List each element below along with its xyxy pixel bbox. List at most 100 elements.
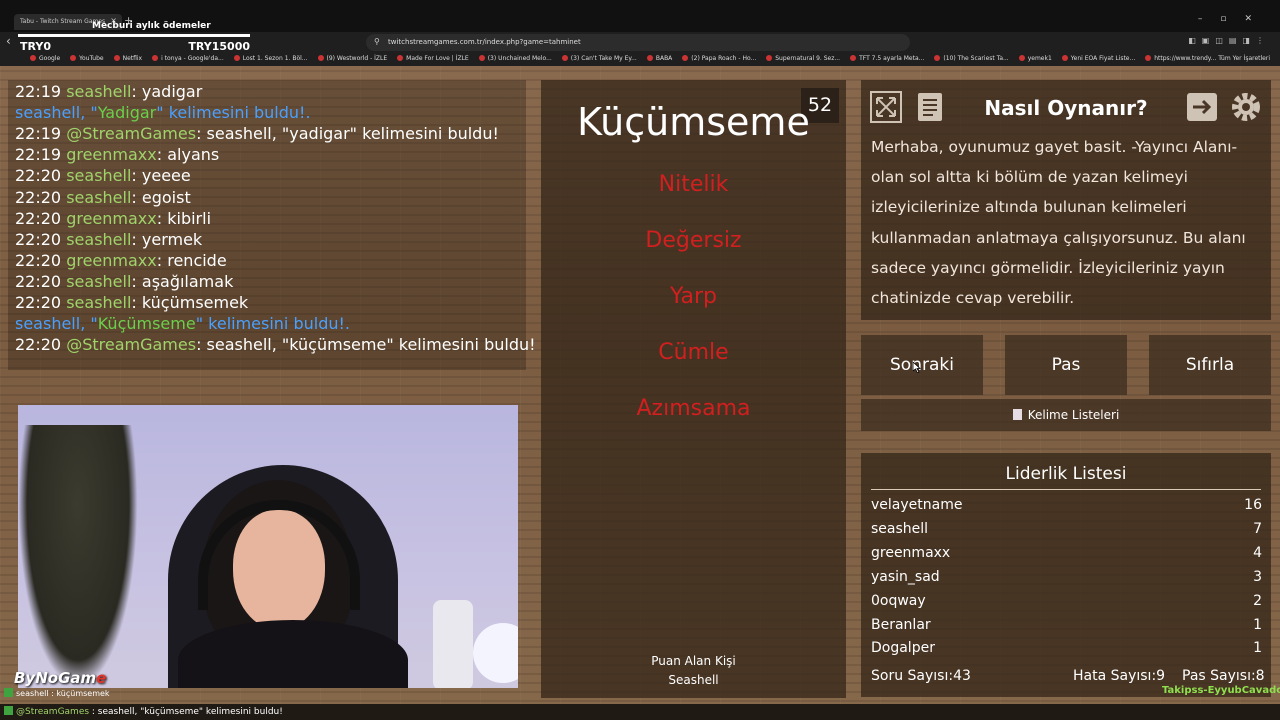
favicon-icon <box>1061 55 1068 61</box>
badge-icon <box>4 706 13 715</box>
chat-time: 22:19 <box>15 145 62 165</box>
bookmark-item[interactable]: (3) Can't Take My Ey... <box>561 52 637 66</box>
chat-ticker: seashell : küçümsemek <box>4 688 110 698</box>
favicon-icon <box>30 55 36 61</box>
taboo-word: Cümle <box>658 340 729 365</box>
chat-username: @StreamGames <box>66 335 197 355</box>
chat-time: 22:20 <box>15 271 62 291</box>
url-text: twitchstreamgames.com.tr/index.php?game=… <box>388 38 581 46</box>
leaderboard-player: 0oqway <box>871 592 926 609</box>
taboo-word: Değersiz <box>645 228 742 253</box>
chat-text: : kibirli <box>156 208 212 228</box>
error-count: Hata Sayısı:9 <box>1073 668 1166 684</box>
found-word: Küçümseme <box>97 314 196 334</box>
bookmark-item[interactable]: (10) The Scariest Ta... <box>934 52 1009 66</box>
bookmark-item[interactable]: https://www.trendy... <box>1145 52 1216 66</box>
chat-username: seashell <box>66 187 132 207</box>
bookmark-item[interactable]: Google <box>30 52 60 66</box>
bookmark-item[interactable]: i tonya - Google'da... <box>152 52 224 66</box>
webcam-feed <box>18 405 518 688</box>
question-count: Soru Sayısı:43 <box>871 668 971 684</box>
chat-message: 22:20 seashell: yermek <box>15 230 202 249</box>
fullscreen-icon[interactable] <box>869 90 903 124</box>
word-lists-button[interactable]: Kelime Listeleri <box>861 399 1271 431</box>
chat-message: 22:19 @StreamGames: seashell, "yadigar" … <box>15 124 499 143</box>
favicon-icon <box>113 55 120 61</box>
favicon-icon <box>934 55 941 61</box>
favicon-icon <box>317 55 324 61</box>
bookmark-item[interactable]: yemek1 <box>1018 52 1052 66</box>
bookmark-label: Lost 1. Sezon 1. Böl... <box>242 55 308 62</box>
settings-icon[interactable] <box>1229 90 1263 124</box>
bookmark-label: (9) Westworld - İZLE <box>326 55 388 62</box>
bookmark-item[interactable]: Netflix <box>113 52 142 66</box>
favicon-icon <box>397 55 404 61</box>
donation-goal-bar: TRY0 TRY15000 <box>18 32 250 53</box>
chat-ticker-bottom: @StreamGames : seashell, "küçümseme" kel… <box>0 704 1280 720</box>
chat-notice: seashell, "Yadigar" kelimesini buldu!. <box>15 103 311 122</box>
bookmark-item[interactable]: (9) Westworld - İZLE <box>317 52 388 66</box>
leaderboard-player: velayetname <box>871 497 963 513</box>
list-icon <box>1012 409 1022 420</box>
leaderboard-title: Liderlik Listesi <box>1005 464 1127 484</box>
favicon-icon <box>1018 55 1025 61</box>
reset-button[interactable]: Sıfırla <box>1149 335 1271 395</box>
bookmark-label: Yeni EOA Fiyat Liste... <box>1070 55 1136 62</box>
favicon-icon <box>152 55 159 61</box>
bookmark-item[interactable]: Lost 1. Sezon 1. Böl... <box>233 52 308 66</box>
chat-message: 22:20 greenmaxx: rencide <box>15 251 227 270</box>
leaderboard-player: Beranlar <box>871 616 931 633</box>
chat-username: seashell <box>66 229 132 249</box>
all-bookmarks[interactable]: Tüm Yer İşaretleri <box>1218 52 1270 66</box>
favicon-icon <box>850 55 857 61</box>
chat-message: 22:19 greenmaxx: alyans <box>15 145 219 164</box>
back-icon[interactable]: ‹ <box>6 34 11 48</box>
bookmark-label: TFT 7.5 ayarla Meta... <box>859 55 925 62</box>
site-info-icon[interactable]: ⚲ <box>374 37 380 46</box>
next-button[interactable]: Sonraki <box>861 335 983 395</box>
pass-button[interactable]: Pas <box>1005 335 1127 395</box>
scorer-name: Seashell <box>668 673 719 687</box>
found-word: Yadigar <box>97 103 157 123</box>
bookmark-item[interactable]: Yeni EOA Fiyat Liste... <box>1061 52 1136 66</box>
mouse-cursor-icon <box>913 362 921 373</box>
taboo-word: Nitelik <box>658 172 729 197</box>
favicon-icon <box>766 55 773 61</box>
bookmark-item[interactable]: (2) Papa Roach - Ho... <box>682 52 756 66</box>
chat-time: 22:19 <box>15 82 62 101</box>
notice-text: seashell, " <box>15 103 98 123</box>
chat-time: 22:20 <box>15 229 62 249</box>
extension-icons[interactable]: ◧▣◫▤◨⋮ <box>1188 36 1270 45</box>
bookmark-item[interactable]: (3) Unchained Melo... <box>478 52 552 66</box>
chat-message: 22:19 seashell: yadigar <box>15 82 202 101</box>
bookmark-label: Made For Love | İZLE <box>406 55 469 62</box>
chat-time: 22:20 <box>15 293 62 312</box>
chat-username: @StreamGames <box>66 124 197 144</box>
bookmark-label: BABA <box>655 55 673 62</box>
chat-message: 22:20 seashell: yeeee <box>15 166 191 185</box>
main-word: Küçümseme <box>577 100 810 144</box>
address-bar[interactable]: ⚲ twitchstreamgames.com.tr/index.php?gam… <box>366 34 910 51</box>
chat-text: : alyans <box>156 145 220 165</box>
bookmark-label: (2) Papa Roach - Ho... <box>691 55 757 62</box>
bookmark-item[interactable]: Supernatural 9. Sez... <box>766 52 840 66</box>
chat-text: : yermek <box>131 229 203 249</box>
chat-time: 22:20 <box>15 208 62 228</box>
bookmark-item[interactable]: YouTube <box>70 52 104 66</box>
notes-icon[interactable] <box>913 90 947 124</box>
chat-username: seashell <box>66 82 132 101</box>
chat-text: : seashell, "yadigar" kelimesini buldu! <box>196 124 499 144</box>
chat-time: 22:19 <box>15 124 62 144</box>
notice-text: " kelimesini buldu!. <box>156 103 311 123</box>
taboo-word: Azımsama <box>636 396 751 421</box>
follow-text: Takipss-EyyubCavadovl <box>1162 685 1280 696</box>
exit-icon[interactable] <box>1185 90 1219 124</box>
bookmark-item[interactable]: Made For Love | İZLE <box>397 52 469 66</box>
bookmark-item[interactable]: BABA <box>646 52 673 66</box>
leaderboard-score: 7 <box>1253 520 1262 537</box>
favicon-icon <box>682 55 689 61</box>
bookmark-label: https://www.trendy... <box>1154 55 1217 62</box>
favicon-icon <box>646 55 653 61</box>
window-controls[interactable]: –▫✕ <box>1198 14 1270 24</box>
bookmark-item[interactable]: TFT 7.5 ayarla Meta... <box>850 52 924 66</box>
